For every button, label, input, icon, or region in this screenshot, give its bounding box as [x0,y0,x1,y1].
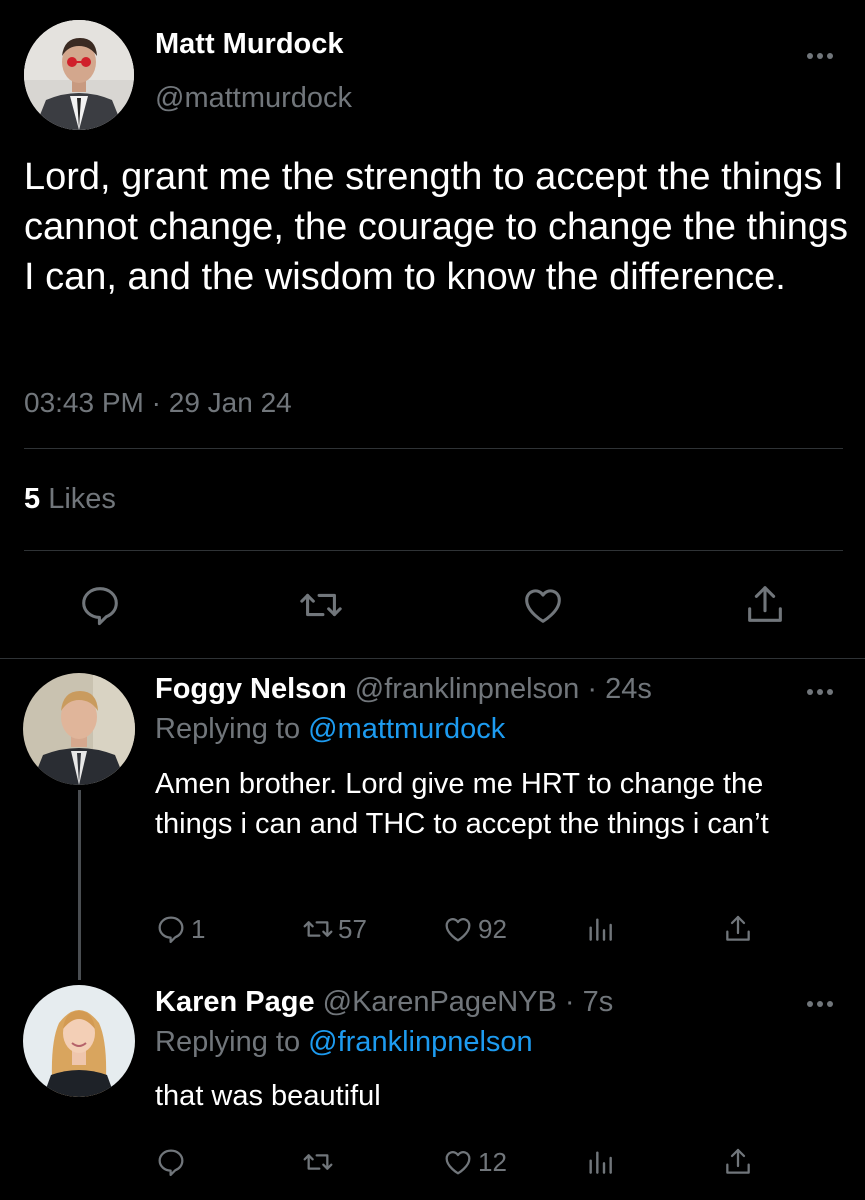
analytics-action[interactable] [584,1145,620,1179]
reply-icon[interactable] [77,582,123,628]
replying-to: Replying to @franklinpnelson [155,1026,533,1059]
thread-line [78,790,81,980]
tweet-date: 29 Jan 24 [168,387,292,418]
reply-header: Karen Page @KarenPageNYB · 7s [155,986,613,1019]
divider [24,550,843,551]
analytics-icon [589,918,612,941]
reply-icon [158,916,184,944]
replying-to: Replying to @mattmurdock [155,713,505,746]
separator: · [564,986,575,1018]
likes-count: 5 [24,483,41,515]
replying-mention[interactable]: @mattmurdock [308,713,505,745]
retweet-count: 57 [338,913,367,944]
replying-mention[interactable]: @franklinpnelson [308,1026,533,1058]
tweet-timestamp[interactable]: 03:43 PM · 29 Jan 24 [24,387,292,419]
share-action[interactable] [722,1145,758,1179]
like-count: 92 [478,913,507,944]
like-action[interactable]: 92 [442,912,507,946]
share-action[interactable] [722,912,758,946]
reply-age[interactable]: 24s [605,673,652,705]
reply-avatar-karen[interactable] [23,985,135,1097]
reply-count: 1 [191,913,206,944]
more-horizontal-icon[interactable] [805,684,835,700]
analytics-icon [589,1151,612,1174]
tweet-text: Lord, grant me the strength to accept th… [24,156,848,298]
reply-header: Foggy Nelson @franklinpnelson · 24s [155,673,652,706]
section-divider [0,658,865,659]
like-count: 12 [478,1146,507,1177]
tweet-time: 03:43 PM [24,387,144,418]
share-icon[interactable] [742,582,788,628]
like-action[interactable]: 12 [442,1145,507,1179]
likes-stat[interactable]: 5 Likes [24,483,116,516]
heart-icon [445,918,471,942]
avatar-image [23,673,135,785]
author-name[interactable]: Matt Murdock [155,28,344,61]
analytics-action[interactable] [584,912,620,946]
heart-icon [445,1151,471,1175]
retweet-icon[interactable] [298,582,344,628]
share-icon [726,915,750,941]
retweet-icon [303,1154,333,1170]
avatar-image [23,985,135,1097]
retweet-icon [303,921,333,937]
reply-text: Amen brother. Lord give me HRT to change… [155,768,769,840]
retweet-action[interactable]: 57 [302,912,367,946]
reply-author-name[interactable]: Karen Page [155,986,315,1018]
replying-prefix: Replying to [155,713,301,745]
reply-avatar-foggy[interactable] [23,673,135,785]
author-avatar[interactable] [24,20,134,130]
reply-author-name[interactable]: Foggy Nelson [155,673,347,705]
divider [24,448,843,449]
reply-author-handle[interactable]: @KarenPageNYB [323,986,557,1018]
share-icon [726,1148,750,1174]
reply-author-handle[interactable]: @franklinpnelson [355,673,580,705]
more-horizontal-icon[interactable] [805,48,835,64]
separator: · [151,387,161,418]
author-handle[interactable]: @mattmurdock [155,82,352,115]
likes-label: Likes [48,483,116,515]
avatar-image [24,20,134,130]
reply-age[interactable]: 7s [583,986,614,1018]
retweet-action[interactable] [302,1145,338,1179]
reply-action[interactable] [155,1145,191,1179]
reply-action[interactable]: 1 [155,912,205,946]
reply-text: that was beautiful [155,1080,381,1112]
separator: · [587,673,598,705]
heart-icon[interactable] [520,582,566,628]
reply-icon [158,1149,184,1177]
more-horizontal-icon[interactable] [805,996,835,1012]
replying-prefix: Replying to [155,1026,301,1058]
